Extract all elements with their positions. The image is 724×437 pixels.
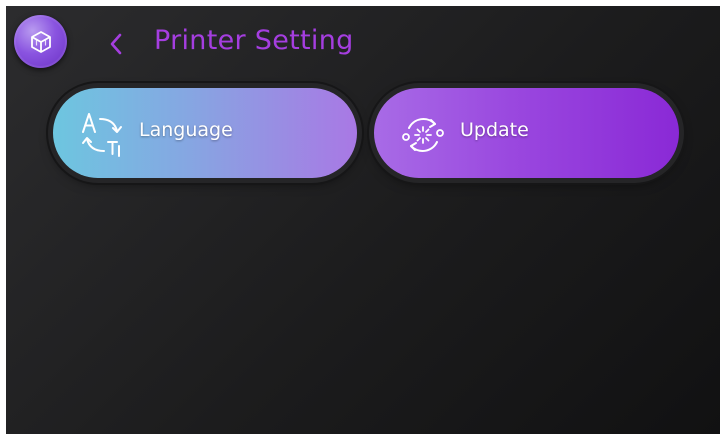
update-label: Update bbox=[460, 119, 529, 141]
page-title: Printer Setting bbox=[154, 25, 354, 56]
home-button[interactable] bbox=[14, 15, 67, 68]
language-button[interactable]: Language bbox=[53, 88, 357, 178]
language-label: Language bbox=[139, 119, 233, 141]
cube-icon bbox=[30, 30, 51, 53]
back-button[interactable] bbox=[104, 28, 128, 60]
printer-setting-screen: Printer Setting Language Update bbox=[6, 6, 720, 434]
chevron-left-icon bbox=[110, 33, 122, 55]
update-icon bbox=[402, 118, 444, 152]
update-button[interactable]: Update bbox=[374, 88, 679, 178]
translate-icon bbox=[82, 113, 122, 157]
